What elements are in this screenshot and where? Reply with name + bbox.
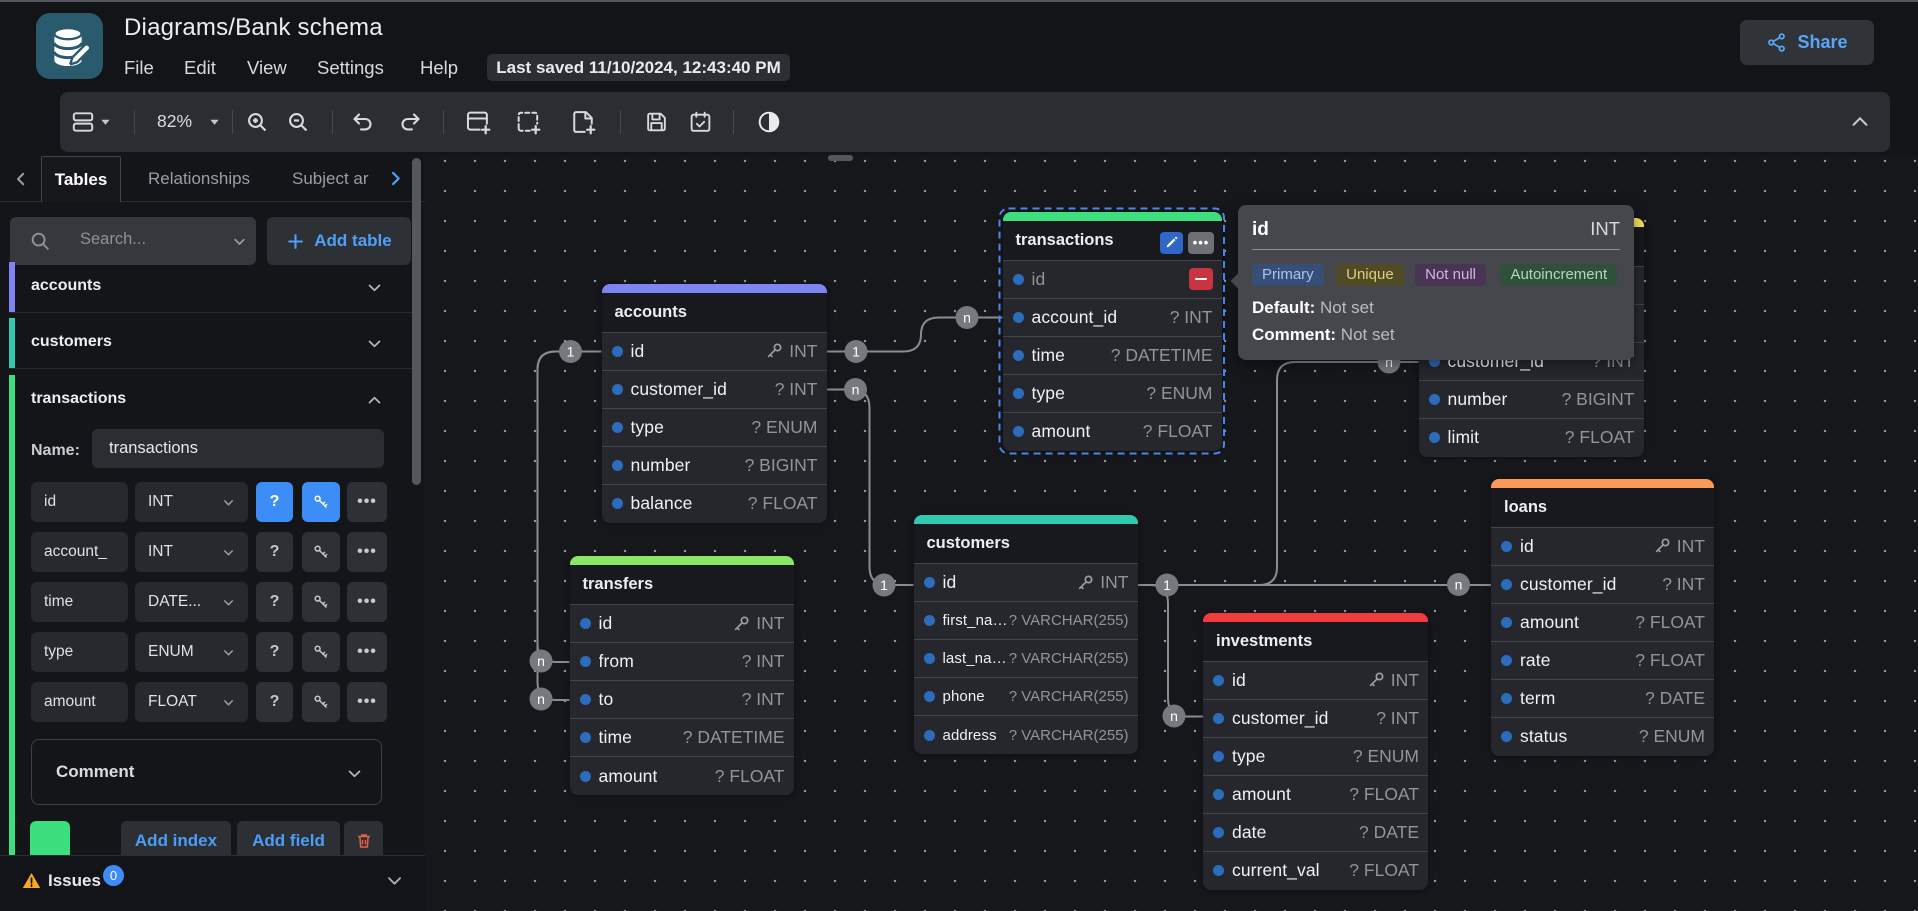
svg-text:n: n [537, 653, 545, 669]
svg-text:1: 1 [852, 344, 860, 360]
svg-text:1: 1 [567, 344, 575, 360]
svg-text:n: n [963, 310, 971, 326]
svg-text:n: n [537, 691, 545, 707]
svg-text:1: 1 [1163, 577, 1171, 593]
svg-text:n: n [1455, 577, 1463, 593]
svg-text:1: 1 [880, 577, 888, 593]
svg-text:n: n [1170, 708, 1178, 724]
svg-text:n: n [852, 382, 860, 398]
